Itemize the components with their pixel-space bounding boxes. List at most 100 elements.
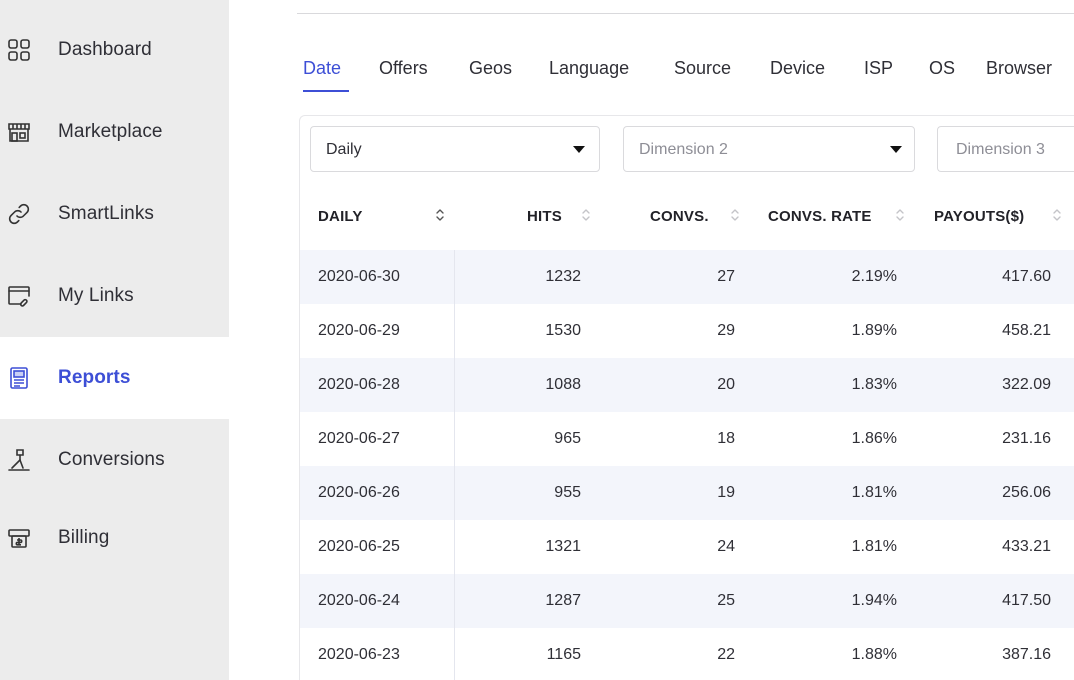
tab-os[interactable]: OS <box>929 58 955 79</box>
sidebar: Dashboard Marketplace SmartLinks My Link… <box>0 0 229 680</box>
cell-convs-rate: 1.88% <box>851 646 897 663</box>
sidebar-item-my-links[interactable]: My Links <box>0 255 229 337</box>
table-row[interactable]: 2020-06-28 1088 20 1.83% 322.09 <box>300 358 1074 412</box>
tab-device[interactable]: Device <box>770 58 825 79</box>
chevron-down-icon <box>573 146 585 153</box>
sidebar-item-reports[interactable]: Reports <box>0 337 229 419</box>
cell-payouts: 417.60 <box>1002 268 1051 285</box>
tab-language[interactable]: Language <box>549 58 629 79</box>
tab-browser[interactable]: Browser <box>986 58 1052 79</box>
tab-offers[interactable]: Offers <box>379 58 428 79</box>
dimension-2-placeholder: Dimension 2 <box>639 141 728 158</box>
sort-icon[interactable] <box>581 207 591 223</box>
sidebar-item-label: SmartLinks <box>58 203 155 224</box>
column-divider <box>454 304 455 358</box>
sidebar-item-label: Conversions <box>58 449 165 470</box>
table-row[interactable]: 2020-06-29 1530 29 1.89% 458.21 <box>300 304 1074 358</box>
cell-hits: 965 <box>554 430 581 447</box>
tab-date[interactable]: Date <box>303 58 341 79</box>
cell-date: 2020-06-29 <box>318 322 400 339</box>
column-divider <box>454 358 455 412</box>
tab-geos[interactable]: Geos <box>469 58 512 79</box>
cell-hits: 1232 <box>545 268 581 285</box>
cell-payouts: 417.50 <box>1002 592 1051 609</box>
table-row[interactable]: 2020-06-30 1232 27 2.19% 417.60 <box>300 250 1074 304</box>
table-row[interactable]: 2020-06-23 1165 22 1.88% 387.16 <box>300 628 1074 680</box>
sort-icon[interactable] <box>435 207 445 223</box>
sort-icon[interactable] <box>1052 207 1062 223</box>
dimension-3-placeholder: Dimension 3 <box>956 141 1045 158</box>
column-divider <box>454 574 455 628</box>
dimension-1-value: Daily <box>326 141 362 158</box>
cell-convs-rate: 1.83% <box>851 376 897 393</box>
sort-icon[interactable] <box>730 207 740 223</box>
column-header-payouts[interactable]: PAYOUTS($) <box>934 208 1024 225</box>
cell-payouts: 433.21 <box>1002 538 1051 555</box>
cell-payouts: 322.09 <box>1002 376 1051 393</box>
cell-hits: 1530 <box>545 322 581 339</box>
cell-date: 2020-06-26 <box>318 484 400 501</box>
cell-convs-rate: 2.19% <box>851 268 897 285</box>
cell-convs: 24 <box>717 538 735 555</box>
dimension-2-select[interactable]: Dimension 2 <box>623 126 915 172</box>
tab-source[interactable]: Source <box>674 58 731 79</box>
table-row[interactable]: 2020-06-25 1321 24 1.81% 433.21 <box>300 520 1074 574</box>
cash-register-icon <box>7 526 31 550</box>
column-divider <box>454 412 455 466</box>
sidebar-item-smartlinks[interactable]: SmartLinks <box>0 173 229 255</box>
table-header: DAILY HITS CONVS. CONVS. RATE PAYOUTS($) <box>300 182 1074 250</box>
funnel-icon <box>7 448 31 472</box>
header-divider <box>297 13 1074 14</box>
cell-date: 2020-06-30 <box>318 268 400 285</box>
dimension-1-select[interactable]: Daily <box>310 126 600 172</box>
column-header-convs-rate[interactable]: CONVS. RATE <box>768 208 872 225</box>
table-row[interactable]: 2020-06-24 1287 25 1.94% 417.50 <box>300 574 1074 628</box>
storefront-icon <box>7 120 31 144</box>
table-row[interactable]: 2020-06-27 965 18 1.86% 231.16 <box>300 412 1074 466</box>
column-divider <box>454 250 455 304</box>
link-icon <box>7 202 31 226</box>
cell-convs: 29 <box>717 322 735 339</box>
cell-hits: 1321 <box>545 538 581 555</box>
cell-date: 2020-06-23 <box>318 646 400 663</box>
cell-hits: 1165 <box>546 646 581 663</box>
main-content: Date Offers Geos Language Source Device … <box>229 0 1074 680</box>
cell-payouts: 458.21 <box>1002 322 1051 339</box>
cell-convs: 27 <box>717 268 735 285</box>
sidebar-item-label: Billing <box>58 527 110 548</box>
sort-icon[interactable] <box>895 207 905 223</box>
column-header-daily[interactable]: DAILY <box>318 208 363 225</box>
cell-date: 2020-06-27 <box>318 430 400 447</box>
cell-convs-rate: 1.86% <box>851 430 897 447</box>
report-panel: Daily Dimension 2 Dimension 3 DAILY HITS <box>299 115 1074 680</box>
cell-convs-rate: 1.81% <box>851 484 897 501</box>
sidebar-item-conversions[interactable]: Conversions <box>0 419 229 501</box>
table-row[interactable]: 2020-06-26 955 19 1.81% 256.06 <box>300 466 1074 520</box>
sidebar-item-dashboard[interactable]: Dashboard <box>0 9 229 91</box>
cell-date: 2020-06-25 <box>318 538 400 555</box>
grid-icon <box>7 38 31 62</box>
column-header-hits[interactable]: HITS <box>527 208 562 225</box>
sidebar-item-label: Marketplace <box>58 121 163 142</box>
sidebar-item-billing[interactable]: Billing <box>0 497 229 579</box>
column-divider <box>454 466 455 520</box>
cell-convs: 20 <box>717 376 735 393</box>
column-divider <box>454 628 455 680</box>
column-header-convs[interactable]: CONVS. <box>650 208 709 225</box>
sidebar-item-label: Dashboard <box>58 39 152 60</box>
report-document-icon <box>7 366 31 390</box>
column-divider <box>454 520 455 574</box>
cell-convs: 25 <box>717 592 735 609</box>
cell-date: 2020-06-28 <box>318 376 400 393</box>
cell-date: 2020-06-24 <box>318 592 400 609</box>
cell-convs: 18 <box>717 430 735 447</box>
cell-convs: 19 <box>717 484 735 501</box>
cell-convs-rate: 1.81% <box>851 538 897 555</box>
sidebar-item-marketplace[interactable]: Marketplace <box>0 91 229 173</box>
cell-payouts: 387.16 <box>1002 646 1051 663</box>
dimension-3-select[interactable]: Dimension 3 <box>937 126 1074 172</box>
tab-isp[interactable]: ISP <box>864 58 893 79</box>
cell-convs-rate: 1.94% <box>851 592 897 609</box>
chevron-down-icon <box>890 146 902 153</box>
cell-convs: 22 <box>717 646 735 663</box>
